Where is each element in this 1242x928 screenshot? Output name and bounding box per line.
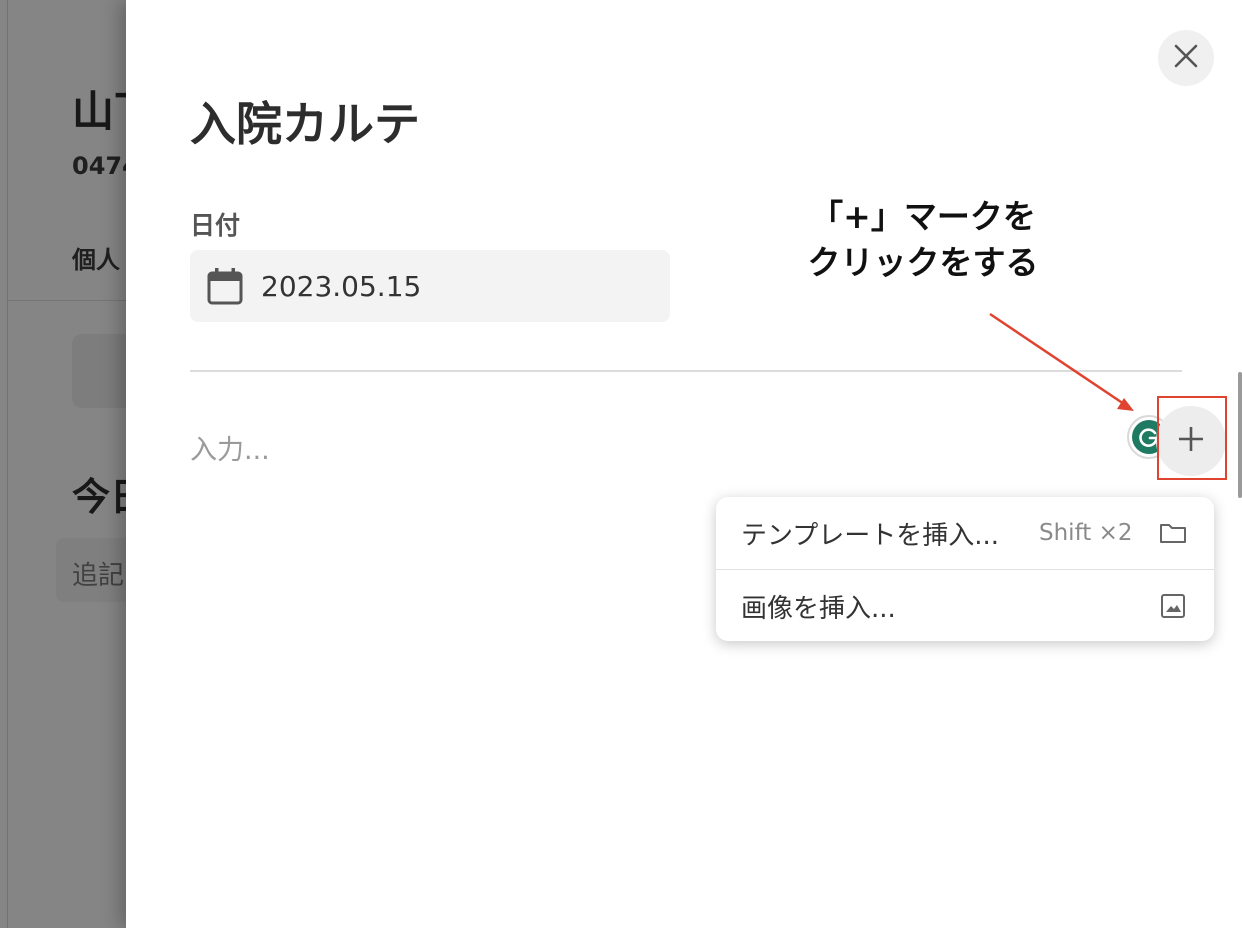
date-label: 日付 (190, 211, 241, 240)
highlight-frame (1157, 396, 1227, 480)
close-icon (1173, 43, 1199, 73)
folder-icon (1158, 518, 1188, 548)
annotation-callout: 「+」マークを クリックをする (778, 194, 1068, 286)
karte-drawer: 入院カルテ 日付 2023.05.15 入力... テンプレートを挿入... S… (126, 0, 1242, 928)
page-title: 入院カルテ (190, 97, 420, 151)
image-icon (1158, 591, 1188, 621)
menu-item-shortcut: Shift ×2 (1039, 520, 1133, 546)
menu-item-label: テンプレートを挿入... (741, 520, 1000, 551)
calendar-icon (207, 268, 243, 305)
annotation-line-2: クリックをする (807, 243, 1039, 282)
close-button[interactable] (1158, 30, 1214, 86)
menu-item-label: 画像を挿入... (741, 593, 896, 624)
menu-item-insert-template[interactable]: テンプレートを挿入... Shift ×2 (716, 497, 1214, 570)
annotation-line-1: 「+」マークを (810, 197, 1036, 236)
scrollbar[interactable] (1238, 372, 1242, 498)
divider (190, 370, 1182, 372)
note-input[interactable]: 入力... (190, 428, 270, 467)
insert-menu: テンプレートを挿入... Shift ×2 画像を挿入... (716, 497, 1214, 641)
date-value: 2023.05.15 (261, 269, 422, 303)
menu-item-insert-image[interactable]: 画像を挿入... (716, 570, 1214, 641)
date-field[interactable]: 2023.05.15 (190, 250, 670, 322)
